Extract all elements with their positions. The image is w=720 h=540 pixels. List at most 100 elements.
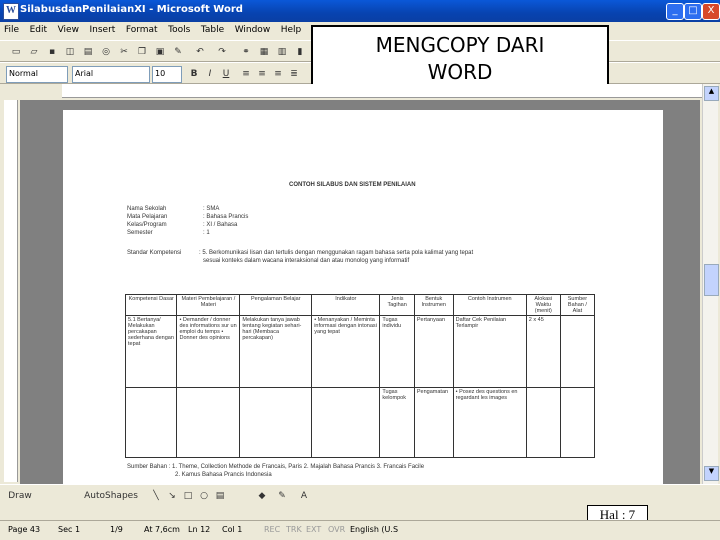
close-button[interactable]: X [702, 3, 720, 20]
hyperlink-icon[interactable]: ⚭ [238, 44, 254, 60]
table-header: Materi Pembelajaran / Materi [176, 294, 241, 316]
print-preview-icon[interactable]: ◎ [98, 44, 114, 60]
new-document-icon[interactable]: ▭ [8, 44, 24, 60]
fill-color-icon[interactable]: ◆ [254, 488, 270, 504]
table-cell: Tugas individu [379, 315, 415, 388]
table-row: Tugas kelompok Pengamatan • Posez des qu… [124, 387, 596, 458]
status-pages: 1/9 [110, 525, 123, 534]
align-center-icon[interactable]: ≡ [254, 66, 270, 82]
title-callout: MENGCOPY DARI WORD [311, 25, 609, 93]
table-row: 5.1 Bertanya/ Melakukan percakapan seder… [124, 315, 596, 388]
table-header: Kompetensi Dasar [124, 294, 178, 316]
menu-tools[interactable]: Tools [164, 22, 194, 38]
vertical-ruler[interactable] [4, 100, 18, 482]
autoshapes-menu[interactable]: AutoShapes [80, 488, 142, 504]
justify-icon[interactable]: ≣ [286, 66, 302, 82]
table-cell [559, 315, 596, 388]
table-header: Sumber Bahan / Alat [559, 294, 596, 316]
redo-icon[interactable]: ↷ [214, 44, 230, 60]
callout-line-2: WORD [427, 60, 493, 84]
table-cell: 2 x 45 [525, 315, 561, 388]
table-cell: Pengamatan [413, 387, 454, 458]
table-header: Jenis Tagihan [379, 294, 415, 316]
status-page: Page 43 [8, 525, 41, 534]
meta-value: : 1 [203, 230, 210, 236]
textbox-icon[interactable]: ▤ [212, 488, 228, 504]
paste-icon[interactable]: ▣ [152, 44, 168, 60]
font-size-dropdown[interactable]: 10 [152, 66, 182, 83]
status-ext[interactable]: EXT [306, 525, 321, 534]
status-col: Col 1 [222, 525, 243, 534]
silabus-table: Kompetensi Dasar Materi Pembelajaran / M… [124, 294, 596, 458]
status-bar: Page 43 Sec 1 1/9 At 7,6cm Ln 12 Col 1 R… [0, 520, 720, 540]
table-cell: • Demander / donner des informations sur… [176, 315, 241, 388]
status-trk[interactable]: TRK [286, 525, 302, 534]
table-header: Indikator [311, 294, 381, 316]
style-dropdown[interactable]: Normal [6, 66, 68, 83]
table-cell: Tugas kelompok [379, 387, 415, 458]
bold-button[interactable]: B [186, 66, 202, 82]
format-painter-icon[interactable]: ✎ [170, 44, 186, 60]
menu-file[interactable]: File [0, 22, 23, 38]
meta-value: : SMA [203, 206, 220, 212]
rectangle-icon[interactable]: □ [180, 488, 196, 504]
print-icon[interactable]: ▤ [80, 44, 96, 60]
table-cell [311, 387, 381, 458]
menu-edit[interactable]: Edit [26, 22, 51, 38]
permission-icon[interactable]: ◫ [62, 44, 78, 60]
footer-line-2: 2. Kamus Bahasa Prancis Indonesia [175, 472, 272, 478]
font-color-icon[interactable]: A [296, 488, 312, 504]
line-color-icon[interactable]: ✎ [274, 488, 290, 504]
cut-icon[interactable]: ✂ [116, 44, 132, 60]
menu-insert[interactable]: Insert [86, 22, 120, 38]
table-cell: 5.1 Bertanya/ Melakukan percakapan seder… [124, 315, 178, 388]
table-cell [559, 387, 596, 458]
tables-borders-icon[interactable]: ▦ [256, 44, 272, 60]
line-icon[interactable]: ╲ [148, 488, 164, 504]
align-right-icon[interactable]: ≡ [270, 66, 286, 82]
menu-view[interactable]: View [54, 22, 83, 38]
arrow-icon[interactable]: ↘ [164, 488, 180, 504]
document-page[interactable]: CONTOH SILABUS DAN SISTEM PENILAIAN Nama… [63, 110, 663, 484]
underline-button[interactable]: U [218, 66, 234, 82]
status-at: At 7,6cm [144, 525, 180, 534]
word-app-icon: W [3, 3, 19, 20]
copy-icon[interactable]: ❐ [134, 44, 150, 60]
table-cell [239, 387, 313, 458]
menu-window[interactable]: Window [231, 22, 275, 38]
draw-menu[interactable]: Draw [4, 488, 36, 504]
maximize-button[interactable]: □ [684, 3, 702, 20]
oval-icon[interactable]: ○ [196, 488, 212, 504]
table-cell: • Menanyakan / Meminta informasi dengan … [311, 315, 381, 388]
italic-button[interactable]: I [202, 66, 218, 82]
undo-icon[interactable]: ↶ [192, 44, 208, 60]
status-ovr[interactable]: OVR [328, 525, 345, 534]
font-dropdown[interactable]: Arial [72, 66, 150, 83]
columns-icon[interactable]: ▮ [292, 44, 308, 60]
meta-label: Kelas/Program [127, 222, 167, 228]
save-icon[interactable]: ▪ [44, 44, 60, 60]
open-folder-icon[interactable]: ▱ [26, 44, 42, 60]
status-rec[interactable]: REC [264, 525, 280, 534]
table-cell: Daftar Cek Penilaian Terlampir [452, 315, 527, 388]
table-header: Contoh Instrumen [452, 294, 527, 316]
table-header: Pengalaman Belajar [239, 294, 313, 316]
table-header: Bentuk Instrumen [413, 294, 454, 316]
menu-format[interactable]: Format [122, 22, 162, 38]
horizontal-ruler[interactable] [62, 84, 702, 98]
vertical-scrollbar[interactable]: ▲ ▼ [702, 84, 719, 484]
insert-table-icon[interactable]: ▥ [274, 44, 290, 60]
scroll-down-icon[interactable]: ▼ [704, 466, 719, 481]
meta-label: Semester [127, 230, 153, 236]
align-left-icon[interactable]: ≡ [238, 66, 254, 82]
minimize-button[interactable]: _ [666, 3, 684, 20]
menu-table[interactable]: Table [197, 22, 228, 38]
meta-label: Mata Pelajaran [127, 214, 168, 220]
window-title: SilabusdanPenilaianXI - Microsoft Word [20, 4, 243, 15]
menu-help[interactable]: Help [277, 22, 306, 38]
scroll-thumb[interactable] [704, 264, 719, 296]
scroll-up-icon[interactable]: ▲ [704, 86, 719, 101]
sk-label: Standar Kompetensi [127, 250, 182, 256]
meta-value: : XI / Bahasa [203, 222, 238, 228]
table-cell [176, 387, 241, 458]
